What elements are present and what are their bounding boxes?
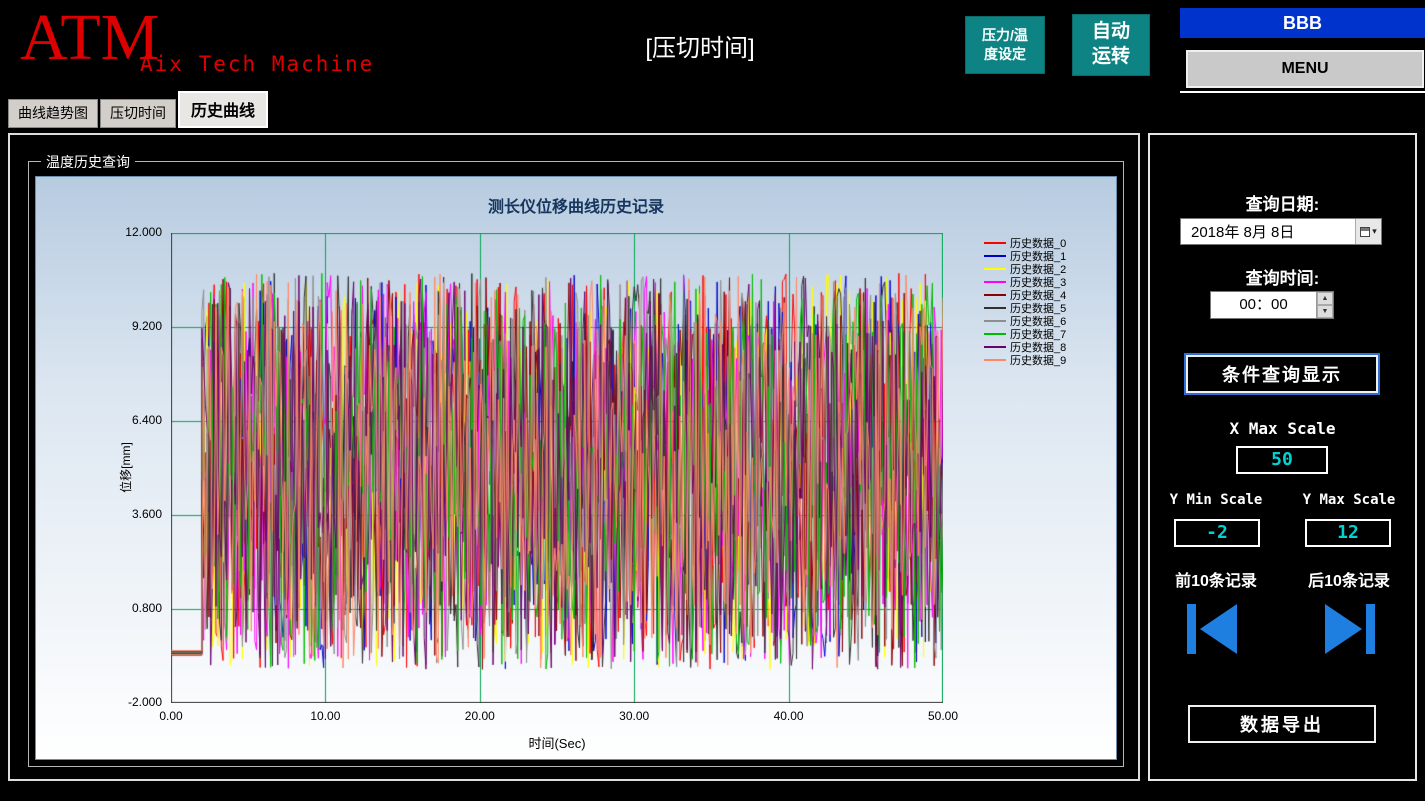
x-tick-label: 0.00 [159, 709, 183, 723]
tab-press-cut-time[interactable]: 压切时间 [100, 99, 176, 128]
menu-underline [1180, 91, 1425, 93]
page-title: [压切时间] [645, 35, 755, 62]
y-min-scale-input[interactable]: -2 [1174, 519, 1260, 547]
y-tick-label: 12.000 [125, 225, 162, 239]
legend-swatch [984, 255, 1006, 257]
next-records-button[interactable] [1318, 597, 1382, 661]
time-spinner: ▲ ▼ [1316, 292, 1333, 318]
tab-bar: 曲线趋势图 压切时间 历史曲线 [8, 91, 270, 128]
legend-swatch [984, 294, 1006, 296]
groupbox-title: 温度历史查询 [41, 152, 135, 172]
legend-swatch [984, 359, 1006, 361]
query-date-label: 查询日期: [1245, 195, 1320, 214]
app-logo-subtitle: Aix Tech Machine [140, 52, 375, 76]
x-tick-label: 30.00 [619, 709, 650, 723]
chart-legend: 历史数据_0 历史数据_1 历史数据_2 历史数据_3 历史数据_4 历史数据_5 历史数据… [984, 237, 1067, 367]
auto-run-button[interactable]: 自动 运转 [1072, 14, 1150, 76]
y-tick-label: 9.200 [131, 319, 162, 333]
y-tick-label: 0.800 [131, 601, 162, 615]
history-chart: 测长仪位移曲线历史记录 位移[mm] 12.000 9.200 6.400 3.600… [35, 176, 1117, 760]
y-tick-label: 6.400 [131, 413, 162, 427]
y-tick-label: -2.000 [127, 695, 162, 709]
tab-history-curve[interactable]: 历史曲线 [178, 91, 269, 128]
legend-swatch [984, 333, 1006, 335]
y-min-scale-label: Y Min Scale [1169, 492, 1263, 508]
header: ATM Aix Tech Machine [压切时间] 压力/温 度设定 自动 … [0, 0, 1425, 96]
legend-swatch [984, 268, 1006, 270]
x-max-scale-input[interactable]: 50 [1236, 446, 1328, 474]
y-tick-label: 3.600 [131, 507, 162, 521]
legend-item: 历史数据_9 [984, 354, 1067, 367]
query-sidebar: 查询日期: 2018年 8月 8日 ▾ 查询时间: 00：00 ▲ ▼ 条件查询… [1148, 133, 1417, 781]
conditional-query-button[interactable]: 条件查询显示 [1186, 355, 1378, 393]
data-export-button[interactable]: 数据导出 [1188, 705, 1376, 743]
menu-button[interactable]: MENU [1186, 50, 1424, 88]
y-max-scale-label: Y Max Scale [1302, 492, 1396, 508]
calendar-icon [1360, 226, 1371, 237]
skip-previous-icon [1187, 604, 1237, 654]
plot-area [171, 233, 943, 703]
x-tick-label: 20.00 [464, 709, 495, 723]
prev-records-button[interactable] [1180, 597, 1244, 661]
app-logo: ATM [20, 1, 160, 74]
x-max-scale-label: X Max Scale [1229, 419, 1336, 438]
pressure-temp-line1: 压力/温 [982, 27, 1028, 44]
next-records-label: 后10条记录 [1308, 573, 1390, 590]
temperature-history-groupbox: 温度历史查询 测长仪位移曲线历史记录 位移[mm] 12.000 9.200 6.4… [28, 152, 1124, 767]
legend-label: 历史数据_9 [1010, 355, 1067, 367]
x-tick-label: 10.00 [310, 709, 341, 723]
query-time-label: 查询时间: [1245, 269, 1320, 288]
legend-swatch [984, 307, 1006, 309]
legend-swatch [984, 346, 1006, 348]
time-picker[interactable]: 00：00 ▲ ▼ [1210, 291, 1334, 319]
auto-run-line1: 自动 [1091, 21, 1130, 43]
time-picker-value: 00：00 [1239, 296, 1288, 313]
x-tick-label: 50.00 [927, 709, 959, 723]
date-picker[interactable]: 2018年 8月 8日 ▾ [1180, 218, 1382, 245]
date-picker-value: 2018年 8月 8日 [1191, 224, 1295, 241]
x-tick-label: 40.00 [773, 709, 804, 723]
history-panel: 温度历史查询 测长仪位移曲线历史记录 位移[mm] 12.000 9.200 6.4… [8, 133, 1140, 781]
y-max-scale-input[interactable]: 12 [1305, 519, 1391, 547]
date-picker-dropdown-button[interactable]: ▾ [1355, 219, 1381, 244]
skip-next-icon [1325, 604, 1375, 654]
status-banner: BBB [1180, 8, 1425, 38]
legend-swatch [984, 320, 1006, 322]
auto-run-line2: 运转 [1091, 46, 1130, 67]
chevron-down-icon: ▾ [1372, 226, 1377, 236]
y-axis-title: 位移[mm] [118, 442, 133, 493]
x-axis-title: 时间(Sec) [528, 736, 586, 751]
legend-swatch [984, 281, 1006, 283]
pressure-temp-line2: 度设定 [984, 46, 1026, 62]
pressure-temp-settings-button[interactable]: 压力/温 度设定 [965, 16, 1045, 74]
spinner-up-button[interactable]: ▲ [1317, 292, 1333, 305]
legend-swatch [984, 242, 1006, 244]
tab-curve-trend[interactable]: 曲线趋势图 [8, 99, 98, 128]
spinner-down-button[interactable]: ▼ [1317, 305, 1333, 318]
chart-title: 测长仪位移曲线历史记录 [487, 199, 664, 216]
prev-records-label: 前10条记录 [1175, 573, 1257, 590]
